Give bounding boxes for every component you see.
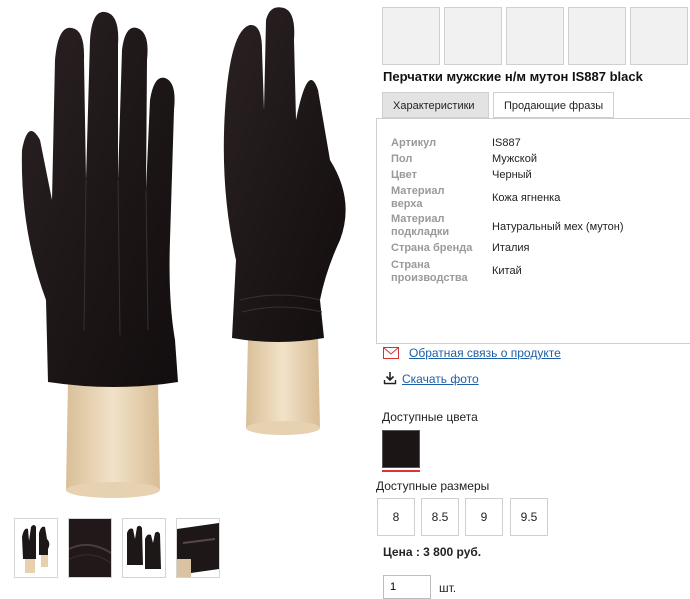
spec-value: Мужской <box>492 153 537 165</box>
spec-label: Материал подкладки <box>391 213 450 238</box>
thumbnail-1[interactable] <box>14 518 58 578</box>
specs-panel: Артикул IS887 Пол Мужской Цвет Черный Ма… <box>376 118 690 344</box>
color-swatch-black[interactable] <box>382 430 420 468</box>
glove-closeup-thumbnail-icon <box>69 519 111 577</box>
tab-characteristics[interactable]: Характеристики <box>382 92 489 118</box>
spec-value: Китай <box>492 265 522 277</box>
tab-selling-phrases[interactable]: Продающие фразы <box>493 92 614 118</box>
available-colors-title: Доступные цвета <box>382 410 478 424</box>
gallery-slot-4[interactable] <box>568 7 626 65</box>
gloves-illustration <box>21 7 346 498</box>
gallery-slot-2[interactable] <box>444 7 502 65</box>
glove-cuff-thumbnail-icon <box>177 519 219 577</box>
size-option-9-5[interactable]: 9.5 <box>510 498 548 536</box>
spec-value: Кожа ягненка <box>492 192 561 204</box>
spec-label: Артикул <box>391 137 437 149</box>
spec-label: Страна бренда <box>391 242 473 254</box>
spec-value: Италия <box>492 242 530 254</box>
spec-label: Материал верха <box>391 185 445 210</box>
spec-value: Натуральный мех (мутон) <box>492 221 624 233</box>
thumbnail-2[interactable] <box>68 518 112 578</box>
thumbnail-4[interactable] <box>176 518 220 578</box>
envelope-icon[interactable] <box>383 347 399 359</box>
quantity-unit: шт. <box>439 581 457 595</box>
available-sizes-title: Доступные размеры <box>376 479 490 493</box>
spec-label: Пол <box>391 153 413 165</box>
price-label: Цена : 3 800 руб. <box>383 545 482 559</box>
gallery-slot-3[interactable] <box>506 7 564 65</box>
gallery-slot-1[interactable] <box>382 7 440 65</box>
spec-value: IS887 <box>492 137 521 149</box>
thumbnail-3[interactable] <box>122 518 166 578</box>
size-option-8-5[interactable]: 8.5 <box>421 498 459 536</box>
feedback-link[interactable]: Обратная связь о продукте <box>409 346 561 360</box>
gloves-thumbnail-icon <box>15 519 57 577</box>
download-icon[interactable] <box>383 371 397 385</box>
selected-color-indicator <box>382 470 420 472</box>
download-photo-link[interactable]: Скачать фото <box>402 372 479 386</box>
product-main-image[interactable] <box>0 0 372 505</box>
spec-value: Черный <box>492 169 532 181</box>
product-title: Перчатки мужские н/м мутон IS887 black <box>383 69 643 84</box>
size-option-9[interactable]: 9 <box>465 498 503 536</box>
gallery-slot-5[interactable] <box>630 7 688 65</box>
spec-label: Страна производства <box>391 259 468 284</box>
size-option-8[interactable]: 8 <box>377 498 415 536</box>
gloves-pair-thumbnail-icon <box>123 519 165 577</box>
spec-label: Цвет <box>391 169 418 181</box>
quantity-input[interactable] <box>383 575 431 599</box>
